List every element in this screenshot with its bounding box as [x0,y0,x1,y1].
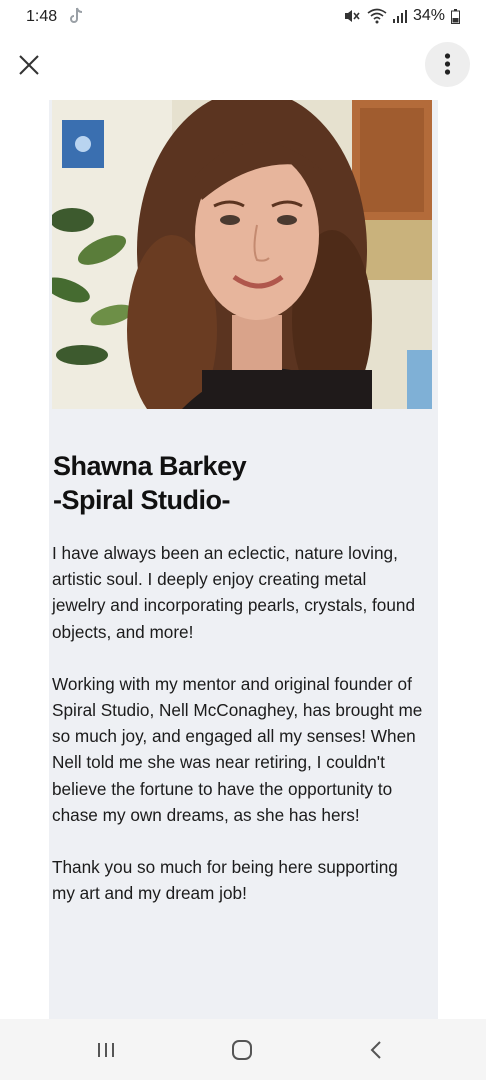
profile-name: Shawna Barkey -Spiral Studio- [53,449,413,517]
profile-card: Shawna Barkey -Spiral Studio- I have alw… [49,100,438,1020]
back-icon [370,1041,381,1059]
more-vertical-icon [444,53,451,75]
tiktok-icon [68,7,84,25]
bio-text: I have always been an eclectic, nature l… [52,540,424,932]
bio-paragraph-3: Thank you so much for being here support… [52,857,398,904]
home-icon [232,1040,252,1060]
mute-icon [343,8,361,24]
more-options-button[interactable] [425,42,470,87]
status-time: 1:48 [26,8,58,25]
home-button[interactable] [227,1035,257,1065]
bio-paragraph-1: I have always been an eclectic, nature l… [52,543,416,642]
status-icons: 34% [343,7,460,25]
navigation-bar [0,1019,486,1080]
status-bar: 1:48 34% [0,0,486,36]
name-line-1: Shawna Barkey [53,451,247,481]
back-button[interactable] [362,1035,392,1065]
recent-apps-button[interactable] [91,1035,121,1065]
profile-photo [52,100,432,409]
battery-percent: 34% [412,7,445,24]
close-button[interactable] [14,50,46,82]
top-bar [0,36,486,98]
bio-paragraph-2: Working with my mentor and original foun… [52,673,423,825]
name-line-2: -Spiral Studio- [53,485,231,515]
signal-icon [392,9,407,23]
close-icon [19,55,39,75]
wifi-icon [367,8,387,24]
recent-apps-icon [98,1043,114,1057]
battery-icon [451,8,460,24]
